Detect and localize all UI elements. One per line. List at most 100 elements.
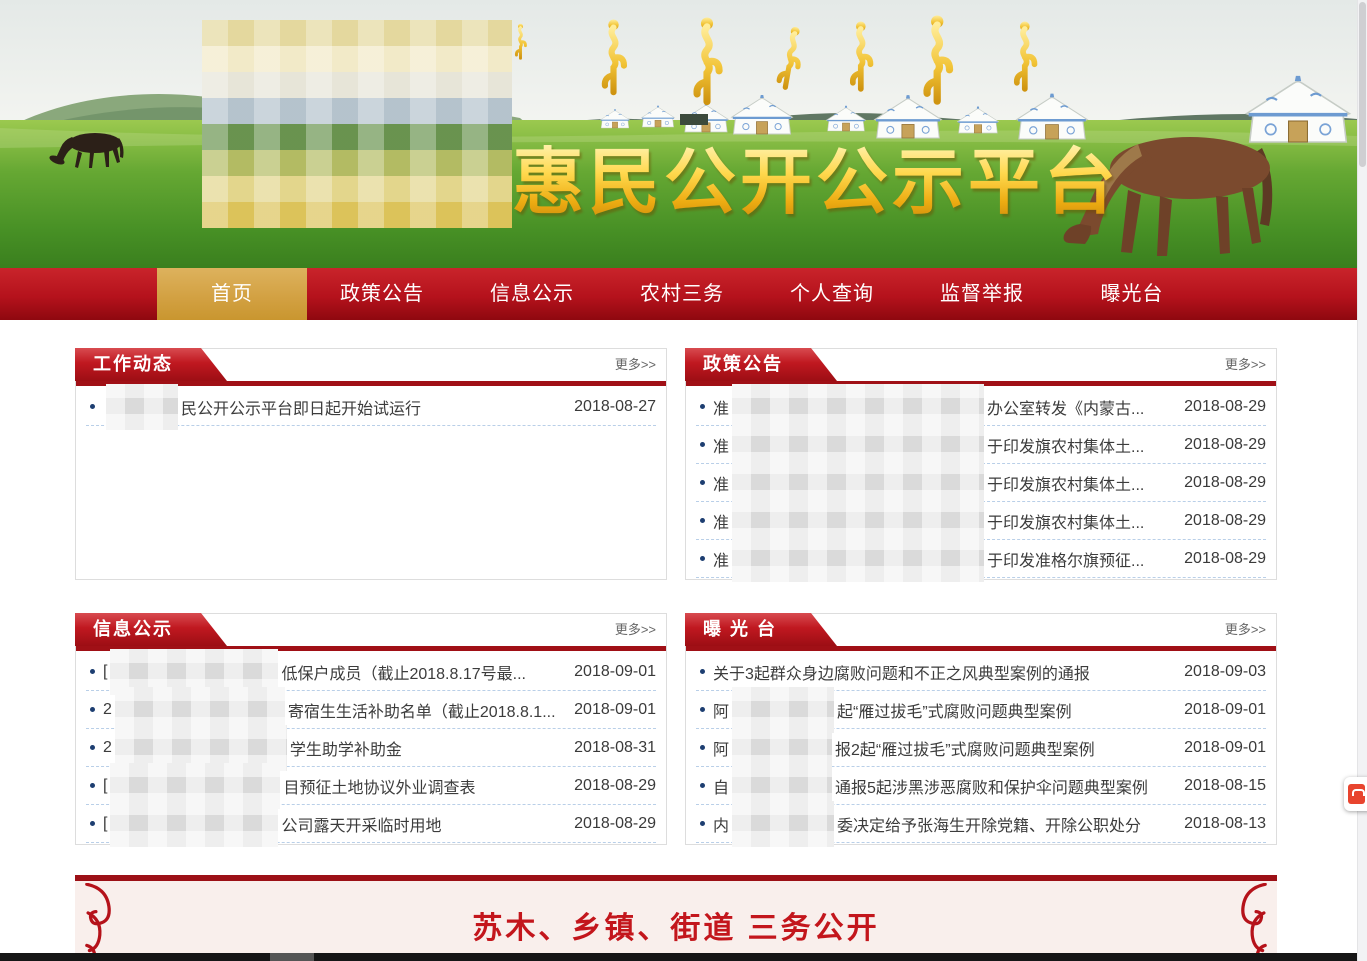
nav-item-7[interactable]: 曝光台 xyxy=(1057,268,1207,320)
corner-ornament-icon xyxy=(77,883,133,961)
item-lead-text: 准 xyxy=(713,395,729,419)
bottom-dark-bar xyxy=(0,953,1357,961)
bullet-icon xyxy=(700,745,705,750)
site-title: 惠民公开公示平台 xyxy=(512,142,1120,225)
item-title-text: 低保户成员（截止2018.8.17号最... xyxy=(281,660,564,684)
nav-item-3[interactable]: 信息公示 xyxy=(457,268,607,320)
list-item[interactable]: [ 公司露天开采临时用地 2018-08-29 xyxy=(86,805,656,843)
nav-item-4[interactable]: 农村三务 xyxy=(607,268,757,320)
item-title-text: 关于3起群众身边腐败问题和不正之风典型案例的通报 xyxy=(713,660,1174,684)
item-lead-text: 自 xyxy=(713,774,729,798)
news-list: 准办公室转发《内蒙古...2018-08-29准于印发旗农村集体土...2018… xyxy=(696,388,1266,578)
bullet-icon xyxy=(700,783,705,788)
panel-exposure: 曝 光 台 更多>> 关于3起群众身边腐败问题和不正之风典型案例的通报 2018-… xyxy=(685,613,1277,845)
panel-header: 工作动态 更多>> xyxy=(76,349,666,386)
panel-header: 政策公告 更多>> xyxy=(686,349,1276,386)
censored-text-block xyxy=(106,384,178,430)
more-link[interactable]: 更多>> xyxy=(1225,349,1266,381)
item-date: 2018-08-13 xyxy=(1184,815,1266,833)
item-title-text: 报2起“雁过拔毛”式腐败问题典型案例 xyxy=(835,736,1174,760)
item-date: 2018-08-29 xyxy=(574,815,656,833)
floating-share-widget[interactable] xyxy=(1344,777,1367,811)
more-link[interactable]: 更多>> xyxy=(615,349,656,381)
item-title-text: 于印发旗农村集体土... xyxy=(987,471,1174,495)
panel-header: 信息公示 更多>> xyxy=(76,614,666,651)
item-title-text: 民公开公示平台即日起开始试运行 xyxy=(181,395,564,419)
item-date: 2018-08-27 xyxy=(574,398,656,416)
bullet-icon xyxy=(700,707,705,712)
bullet-icon xyxy=(90,821,95,826)
nav-item-5[interactable]: 个人查询 xyxy=(757,268,907,320)
censored-text-block xyxy=(732,801,834,847)
item-title-text: 目预征土地协议外业调查表 xyxy=(283,774,564,798)
panel-header: 曝 光 台 更多>> xyxy=(686,614,1276,651)
list-item[interactable]: 准 于印发旗农村集体土... 2018-08-29 xyxy=(696,464,1266,502)
list-item[interactable]: 关于3起群众身边腐败问题和不正之风典型案例的通报 2018-09-03 xyxy=(696,653,1266,691)
list-item[interactable]: [低保户成员（截止2018.8.17号最...2018-09-01 xyxy=(86,653,656,691)
panel-title-ribbon: 曝 光 台 xyxy=(685,613,837,646)
item-date: 2018-08-29 xyxy=(1184,398,1266,416)
item-title-text: 委决定给予张海生开除党籍、开除公职处分 xyxy=(837,812,1174,836)
bullet-icon xyxy=(700,518,705,523)
item-date: 2018-08-31 xyxy=(574,739,656,757)
list-item[interactable]: 准于印发旗农村集体土...2018-08-29 xyxy=(696,502,1266,540)
item-title-text: 寄宿生生活补助名单（截止2018.8.1... xyxy=(288,698,564,722)
more-link[interactable]: 更多>> xyxy=(615,614,656,646)
list-item[interactable]: 阿 起“雁过拔毛”式腐败问题典型案例 2018-09-01 xyxy=(696,691,1266,729)
main-nav: 首页政策公告信息公示农村三务个人查询监督举报曝光台 xyxy=(0,268,1357,320)
bullet-icon xyxy=(700,480,705,485)
more-link[interactable]: 更多>> xyxy=(1225,614,1266,646)
panel-title-ribbon: 信息公示 xyxy=(75,613,227,646)
banner-title: 苏木、乡镇、街道 三务公开 xyxy=(75,903,1277,947)
panel-work-news: 工作动态 更多>> 民公开公示平台即日起开始试运行 2018-08-27 xyxy=(75,348,667,580)
item-title-text: 起“雁过拔毛”式腐败问题典型案例 xyxy=(837,698,1174,722)
list-item[interactable]: 准 于印发准格尔旗预征... 2018-08-29 xyxy=(696,540,1266,578)
nav-item-2[interactable]: 政策公告 xyxy=(307,268,457,320)
item-lead-text: 内 xyxy=(713,812,729,836)
item-lead-text: 准 xyxy=(713,471,729,495)
item-title-text: 于印发准格尔旗预征... xyxy=(987,547,1174,571)
item-lead-text: 准 xyxy=(713,547,729,571)
item-date: 2018-08-29 xyxy=(1184,550,1266,568)
panel-policy-notice: 政策公告 更多>> 准办公室转发《内蒙古...2018-08-29准于印发旗农村… xyxy=(685,348,1277,580)
list-item[interactable]: 阿报2起“雁过拔毛”式腐败问题典型案例2018-09-01 xyxy=(696,729,1266,767)
censored-logo-block xyxy=(202,20,512,228)
list-item[interactable]: [目预征土地协议外业调查表2018-08-29 xyxy=(86,767,656,805)
item-date: 2018-09-01 xyxy=(574,663,656,681)
item-date: 2018-09-01 xyxy=(1184,701,1266,719)
list-item[interactable]: 2寄宿生生活补助名单（截止2018.8.1...2018-09-01 xyxy=(86,691,656,729)
corner-ornament-icon xyxy=(1219,883,1275,961)
bullet-icon xyxy=(90,404,95,409)
bottom-bar-segment xyxy=(270,953,314,961)
censored-text-block xyxy=(732,536,984,582)
scrollbar-thumb[interactable] xyxy=(1359,2,1366,167)
nav-list: 首页政策公告信息公示农村三务个人查询监督举报曝光台 xyxy=(157,268,1357,320)
item-title-text: 办公室转发《内蒙古... xyxy=(987,395,1174,419)
item-date: 2018-08-29 xyxy=(1184,474,1266,492)
item-date: 2018-09-03 xyxy=(1184,663,1266,681)
news-list: 关于3起群众身边腐败问题和不正之风典型案例的通报 2018-09-03 阿 起“雁过拔… xyxy=(696,653,1266,843)
bullet-icon xyxy=(90,745,95,750)
item-date: 2018-08-29 xyxy=(1184,436,1266,454)
item-lead-text: 阿 xyxy=(713,698,729,722)
list-item[interactable]: 准于印发旗农村集体土...2018-08-29 xyxy=(696,426,1266,464)
item-lead-text: 2 xyxy=(103,739,112,757)
item-title-text: 于印发旗农村集体土... xyxy=(987,509,1174,533)
item-title-text: 于印发旗农村集体土... xyxy=(987,433,1174,457)
list-item[interactable]: 2学生助学补助金2018-08-31 xyxy=(86,729,656,767)
bullet-icon xyxy=(700,556,705,561)
nav-item-6[interactable]: 监督举报 xyxy=(907,268,1057,320)
vertical-scrollbar[interactable] xyxy=(1357,0,1367,961)
item-lead-text: [ xyxy=(103,815,107,833)
censored-text-block xyxy=(110,801,278,847)
nav-item-1[interactable]: 首页 xyxy=(157,268,307,320)
bullet-icon xyxy=(700,669,705,674)
three-affairs-banner[interactable]: 苏木、乡镇、街道 三务公开 xyxy=(75,875,1277,961)
list-item[interactable]: 自通报5起涉黑涉恶腐败和保护伞问题典型案例2018-08-15 xyxy=(696,767,1266,805)
panel-title-ribbon: 工作动态 xyxy=(75,348,227,381)
list-item[interactable]: 民公开公示平台即日起开始试运行 2018-08-27 xyxy=(86,388,656,426)
list-item[interactable]: 内 委决定给予张海生开除党籍、开除公职处分 2018-08-13 xyxy=(696,805,1266,843)
item-title-text: 公司露天开采临时用地 xyxy=(281,812,564,836)
news-list: [低保户成员（截止2018.8.17号最...2018-09-012寄宿生生活补… xyxy=(86,653,656,843)
list-item[interactable]: 准 办公室转发《内蒙古... 2018-08-29 xyxy=(696,388,1266,426)
